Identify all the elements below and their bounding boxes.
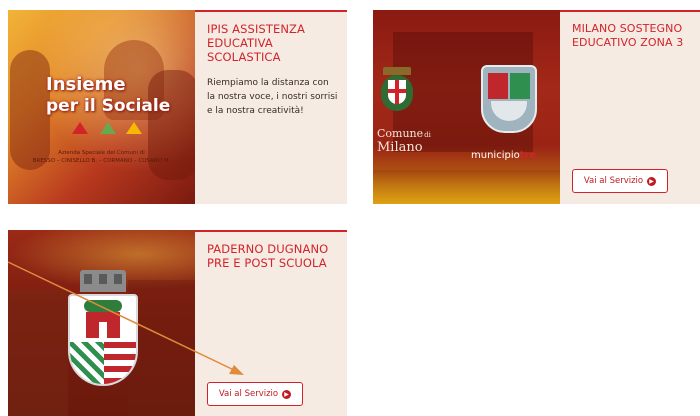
card-panel: PADERNO DUGNANO PRE E POST SCUOLA Vai al…: [195, 230, 347, 416]
arrow-right-icon: ▶: [282, 389, 292, 399]
arrow-right-icon: ▶: [647, 176, 657, 186]
comune-label-1: Comunedi: [377, 127, 431, 140]
card-description: Riempiamo la distanza con la nostra voce…: [207, 78, 338, 116]
insieme-logo-shapes: [72, 122, 142, 136]
card-image[interactable]: [8, 230, 195, 416]
button-label: Vai al Servizio: [583, 176, 644, 186]
milano-coat-of-arms: [379, 67, 415, 113]
insieme-headline-2: per il Sociale: [46, 96, 171, 116]
comune-label-2: Milano: [377, 140, 423, 155]
card-panel: IPIS ASSISTENZA EDUCATIVA SCOLASTICA Rie…: [195, 10, 347, 204]
card-image[interactable]: Insieme per il Sociale Azienda Speciale …: [8, 10, 195, 204]
vai-al-servizio-button[interactable]: Vai al Servizio ▶: [572, 169, 668, 193]
card-panel: MILANO SOSTEGNO EDUCATIVO ZONA 3 Vai al …: [560, 10, 700, 204]
card-image[interactable]: Comunedi Milano municipiotre: [373, 10, 560, 204]
button-label: Vai al Servizio: [218, 389, 279, 399]
service-card-ipis: Insieme per il Sociale Azienda Speciale …: [8, 10, 347, 204]
vai-al-servizio-button[interactable]: Vai al Servizio ▶: [207, 382, 303, 406]
service-card-milano: Comunedi Milano municipiotre MILANO SOST…: [373, 10, 700, 204]
insieme-headline-1: Insieme: [46, 74, 126, 95]
card-title[interactable]: PADERNO DUGNANO PRE E POST SCUOLA: [207, 242, 338, 270]
card-title[interactable]: MILANO SOSTEGNO EDUCATIVO ZONA 3: [572, 22, 691, 50]
insieme-subtitle-2: BRESSO – CINISELLO B. – CORMANO – CUSANO…: [32, 158, 171, 164]
paderno-coat-of-arms: [68, 270, 138, 388]
insieme-subtitle-1: Azienda Speciale dei Comuni di: [58, 150, 145, 156]
municipio-tre-shield-icon: [481, 65, 537, 145]
service-card-paderno: PADERNO DUGNANO PRE E POST SCUOLA Vai al…: [8, 230, 347, 416]
card-title[interactable]: IPIS ASSISTENZA EDUCATIVA SCOLASTICA: [207, 22, 338, 64]
municipio-label: municipiotre: [471, 150, 537, 161]
